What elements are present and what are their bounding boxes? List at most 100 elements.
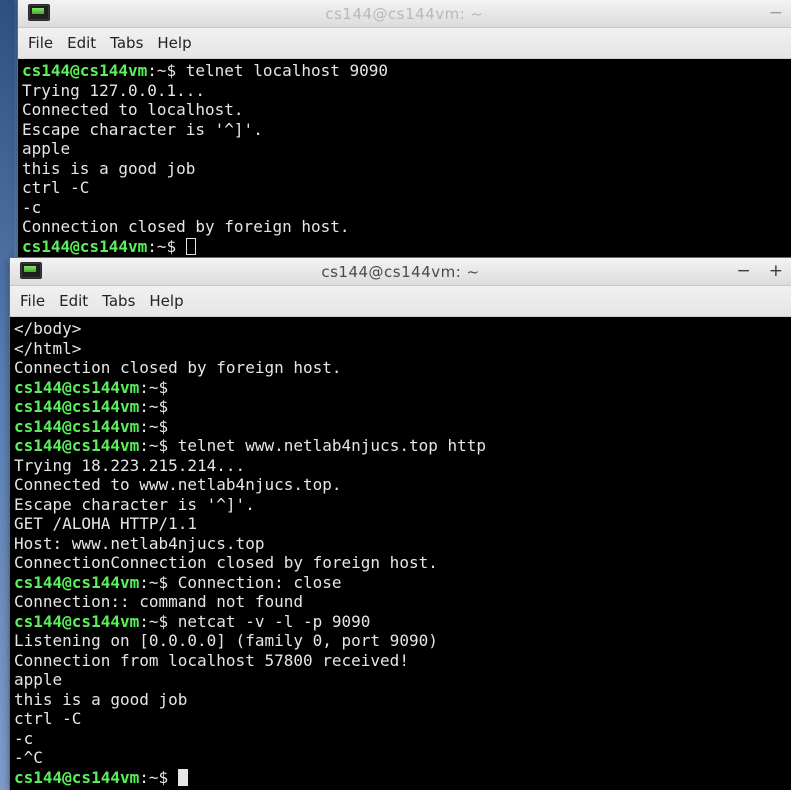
terminal-line: Connection:: command not found [14, 592, 787, 612]
terminal-line: Connected to www.netlab4njucs.top. [14, 475, 787, 495]
terminal-line: apple [22, 139, 787, 159]
output-text: Connection closed by foreign host. [22, 217, 350, 236]
menu-edit[interactable]: Edit [67, 34, 96, 52]
menu-edit[interactable]: Edit [59, 292, 88, 310]
menu-help[interactable]: Help [149, 292, 183, 310]
terminal-line: Escape character is '^]'. [22, 120, 787, 140]
terminal-line: cs144@cs144vm:~$ telnet localhost 9090 [22, 61, 787, 81]
prompt-user: cs144@cs144vm [14, 611, 140, 631]
output-text: this is a good job [22, 158, 196, 178]
terminal-line: cs144@cs144vm:~$ [22, 237, 787, 257]
terminal-line: Connection closed by foreign host. [22, 217, 787, 237]
prompt-separator: :~$ [139, 397, 178, 416]
output-text: ctrl -C [22, 178, 90, 197]
prompt-separator: :~$ [139, 611, 178, 631]
terminal-line: -c [14, 729, 787, 749]
menu-file[interactable]: File [28, 34, 53, 52]
terminal-line: this is a good job [14, 690, 787, 710]
output-text: Connection closed by foreign host. [14, 358, 342, 377]
terminal-line: Trying 127.0.0.1... [22, 81, 787, 101]
minimize-button[interactable]: − [769, 3, 783, 23]
terminal-line: ctrl -C [22, 178, 787, 198]
title-bar[interactable]: cs144@cs144vm: ~ − + [10, 258, 791, 286]
terminal-output[interactable]: cs144@cs144vm:~$ telnet localhost 9090 Tr… [18, 59, 791, 257]
terminal-line: </html> [14, 339, 787, 359]
prompt-user: cs144@cs144vm [14, 436, 140, 455]
prompt-user: cs144@cs144vm [14, 767, 140, 787]
output-text: Connection:: command not found [14, 592, 303, 611]
command-text: telnet localhost 9090 [185, 61, 389, 80]
terminal-line: Listening on [0.0.0.0] (family 0, port 9… [14, 631, 787, 651]
terminal-line: Connected to localhost. [22, 100, 787, 120]
text-cursor [185, 237, 196, 255]
minimize-button[interactable]: − [737, 261, 751, 281]
prompt-separator: :~$ [139, 416, 178, 436]
terminal-line: Trying 18.223.215.214... [14, 456, 787, 476]
maximize-button[interactable]: + [769, 261, 783, 281]
terminal-line: cs144@cs144vm:~$ [14, 397, 787, 417]
menu-help[interactable]: Help [157, 34, 191, 52]
terminal-line: cs144@cs144vm:~$ [14, 417, 787, 437]
terminal-line: Connection from localhost 57800 received… [14, 651, 787, 671]
menu-tabs[interactable]: Tabs [102, 292, 135, 310]
output-text: ctrl -C [14, 709, 82, 728]
output-text: Trying 18.223.215.214... [14, 455, 246, 475]
output-text: -c [22, 197, 42, 217]
menu-bar: File Edit Tabs Help [18, 28, 791, 59]
output-text: Trying 127.0.0.1... [22, 80, 206, 100]
output-text: apple [14, 670, 63, 689]
terminal-line: cs144@cs144vm:~$ [14, 768, 787, 788]
output-text: Escape character is '^]'. [14, 494, 255, 514]
output-text: apple [22, 139, 71, 158]
menu-tabs[interactable]: Tabs [110, 34, 143, 52]
terminal-window-front[interactable]: cs144@cs144vm: ~ − + File Edit Tabs Help… [10, 258, 791, 790]
output-text: Connected to www.netlab4njucs.top. [14, 475, 342, 494]
text-cursor [177, 768, 188, 786]
terminal-line: ConnectionConnection closed by foreign h… [14, 553, 787, 573]
prompt-separator: :~$ [139, 767, 178, 787]
menu-file[interactable]: File [20, 292, 45, 310]
output-text: Connected to localhost. [22, 100, 244, 119]
output-text: Connection from localhost 57800 received… [14, 650, 409, 670]
command-text: Connection: close [177, 572, 342, 592]
output-text: </html> [14, 338, 82, 358]
prompt-user: cs144@cs144vm [14, 416, 140, 436]
terminal-line: </body> [14, 319, 787, 339]
output-text: Escape character is '^]'. [22, 119, 263, 139]
terminal-line: cs144@cs144vm:~$ Connection: close [14, 573, 787, 593]
prompt-separator: :~$ [147, 61, 186, 80]
command-text: telnet www.netlab4njucs.top http [177, 436, 487, 455]
terminal-line: cs144@cs144vm:~$ [14, 378, 787, 398]
output-text: Listening on [0.0.0.0] (family 0, port 9… [14, 631, 438, 650]
output-text: -c [14, 728, 34, 748]
title-bar[interactable]: cs144@cs144vm: ~ − [18, 0, 791, 28]
command-text: netcat -v -l -p 9090 [177, 611, 371, 631]
output-text: Host: www.netlab4njucs.top [14, 533, 265, 553]
terminal-line: Escape character is '^]'. [14, 495, 787, 515]
terminal-line: apple [14, 670, 787, 690]
output-text: this is a good job [14, 689, 188, 709]
terminal-line: cs144@cs144vm:~$ netcat -v -l -p 9090 [14, 612, 787, 632]
prompt-separator: :~$ [139, 436, 178, 455]
prompt-user: cs144@cs144vm [14, 572, 140, 592]
prompt-separator: :~$ [139, 572, 178, 592]
prompt-separator: :~$ [139, 377, 178, 397]
prompt-user: cs144@cs144vm [22, 61, 148, 80]
terminal-output[interactable]: </body> </html> Connection closed by forei… [10, 317, 791, 789]
output-text: GET /ALOHA HTTP/1.1 [14, 514, 198, 533]
terminal-line: -^C [14, 748, 787, 768]
prompt-user: cs144@cs144vm [22, 236, 148, 256]
terminal-line: Host: www.netlab4njucs.top [14, 534, 787, 554]
terminal-line: cs144@cs144vm:~$ telnet www.netlab4njucs… [14, 436, 787, 456]
terminal-line: Connection closed by foreign host. [14, 358, 787, 378]
output-text: </body> [14, 319, 82, 338]
menu-bar: File Edit Tabs Help [10, 286, 791, 317]
output-text: -^C [14, 748, 43, 767]
terminal-line: GET /ALOHA HTTP/1.1 [14, 514, 787, 534]
prompt-separator: :~$ [147, 236, 186, 256]
output-text: ConnectionConnection closed by foreign h… [14, 553, 438, 572]
prompt-user: cs144@cs144vm [14, 377, 140, 397]
terminal-line: -c [22, 198, 787, 218]
terminal-window-back[interactable]: cs144@cs144vm: ~ − File Edit Tabs Help c… [18, 0, 791, 258]
terminal-line: this is a good job [22, 159, 787, 179]
